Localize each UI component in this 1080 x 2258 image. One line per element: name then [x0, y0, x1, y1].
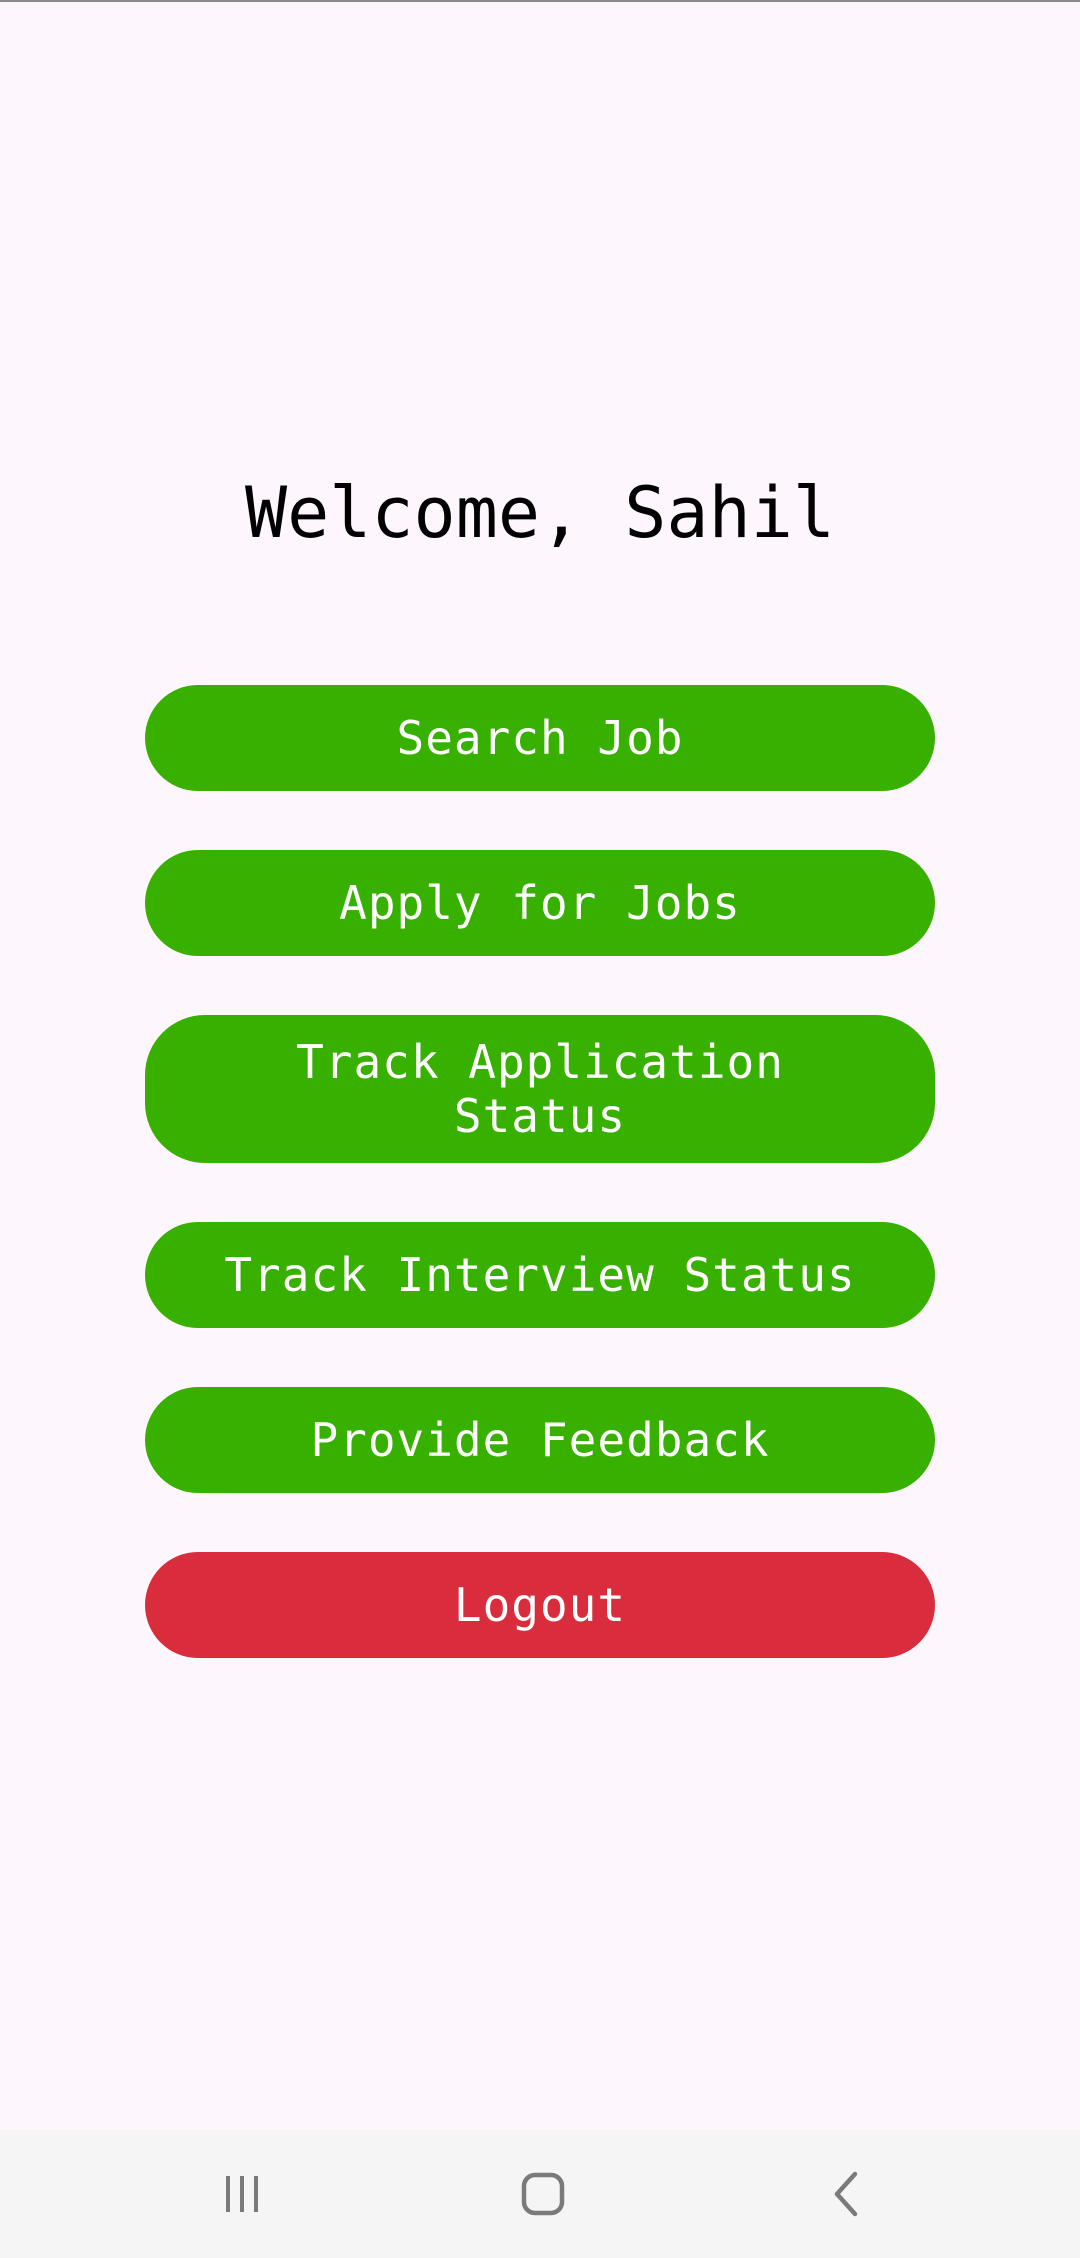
track-interview-status-label: Track Interview Status [224, 1248, 856, 1302]
recent-apps-button[interactable] [142, 2130, 342, 2258]
top-divider [0, 0, 1080, 2]
search-job-label: Search Job [396, 711, 684, 765]
logout-label: Logout [453, 1578, 627, 1632]
track-application-status-label: Track Application Status [296, 1035, 784, 1143]
recent-apps-icon [226, 2176, 258, 2212]
home-button[interactable] [443, 2130, 643, 2258]
track-interview-status-button[interactable]: Track Interview Status [145, 1222, 935, 1328]
back-icon [834, 2171, 858, 2217]
track-application-status-button[interactable]: Track Application Status [145, 1015, 935, 1163]
home-icon [521, 2172, 565, 2216]
provide-feedback-button[interactable]: Provide Feedback [145, 1387, 935, 1493]
search-job-button[interactable]: Search Job [145, 685, 935, 791]
provide-feedback-label: Provide Feedback [310, 1413, 770, 1467]
apply-for-jobs-label: Apply for Jobs [339, 876, 741, 930]
logout-button[interactable]: Logout [145, 1552, 935, 1658]
welcome-heading: Welcome, Sahil [244, 472, 835, 554]
apply-for-jobs-button[interactable]: Apply for Jobs [145, 850, 935, 956]
back-button[interactable] [747, 2130, 947, 2258]
system-navigation-bar [0, 2130, 1080, 2258]
